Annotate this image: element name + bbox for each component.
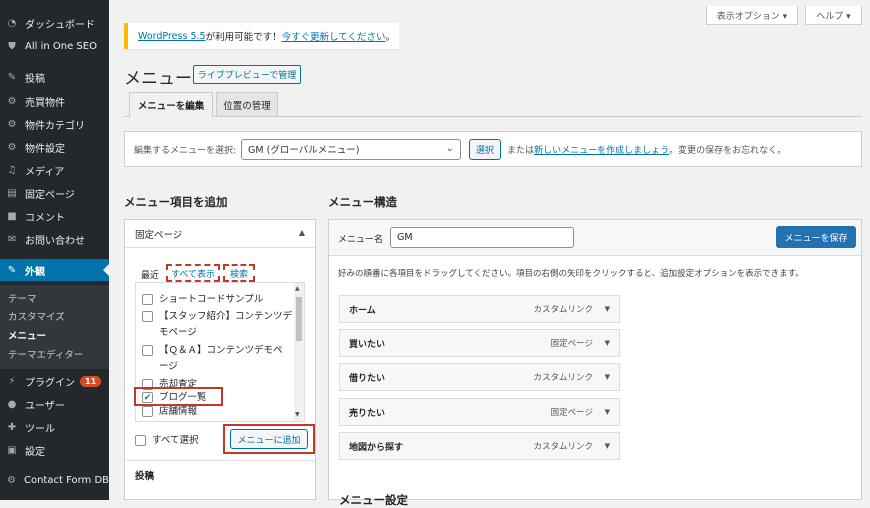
list-scrollbar[interactable]: ▲ ▼ [294,283,304,421]
gear-icon: ⚙ [7,95,17,107]
comment-icon: ■ [7,210,17,222]
sidebar-item-contact-form-db[interactable]: ⚙ Contact Form DB [0,470,109,490]
list-item[interactable]: 店舗情報 [142,404,292,420]
update-now-link[interactable]: 今すぐ更新してください [282,29,386,43]
menu-structure-heading: メニュー構造 [328,195,397,209]
tab-most-recent[interactable]: 最近 [139,266,161,282]
scroll-down-icon[interactable]: ▼ [295,411,300,418]
save-menu-button[interactable]: メニューを保存 [776,226,856,248]
media-icon: ♫ [7,164,17,176]
expand-arrow-icon[interactable]: ▼ [605,339,610,347]
menu-select-dropdown[interactable]: GM (グローバルメニュー) ⌄ [241,138,462,160]
collapse-arrow-icon: ▲ [298,228,305,237]
settings-icon: ▣ [7,444,17,456]
drag-instructions: 好みの順番に各項目をドラッグしてください。項目の右側の矢印をクリックすると、追加… [338,269,804,279]
scrollbar-thumb[interactable] [296,297,302,341]
tab-view-all[interactable]: すべて表示 [166,264,220,282]
wp-version-link[interactable]: WordPress 5.5 [138,31,206,42]
sidebar-item-comments[interactable]: ■ コメント [0,206,109,226]
sidebar-item-aioseo[interactable]: ⛊ All in One SEO [0,36,109,56]
checkbox[interactable] [142,345,153,356]
menu-item[interactable]: 売りたい 固定ページ ▼ [339,398,620,426]
select-menu-label: 編集するメニューを選択: [134,145,237,156]
menu-name-input[interactable]: GM [390,227,574,248]
sidebar-item-properties[interactable]: ⚙ 売買物件 [0,91,109,111]
sidebar-item-posts[interactable]: ✎ 投稿 [0,67,109,87]
expand-arrow-icon[interactable]: ▼ [605,442,610,450]
create-menu-link[interactable]: 新しいメニューを作成しましょう [534,143,669,156]
checkbox[interactable] [135,434,146,446]
sidebar-item-media[interactable]: ♫ メディア [0,160,109,180]
admin-sidebar: ◔ ダッシュボード ⛊ All in One SEO ✎ 投稿 ⚙ 売買物件 ⚙ 物件カテ… [0,0,109,500]
menu-header: メニュー名 GM メニューを保存 [329,220,861,256]
highlight-box [134,387,223,406]
sidebar-item-users[interactable]: ● ユーザー [0,394,109,414]
gear-icon: ⚙ [7,141,17,153]
add-to-menu-highlight: メニューに追加 [223,424,315,454]
scroll-up-icon[interactable]: ▲ [295,285,300,292]
select-button[interactable]: 選択 [469,138,502,160]
dashboard-icon: ◔ [7,17,17,29]
menu-item[interactable]: ホーム カスタムリンク ▼ [339,295,620,323]
add-menu-items-heading: メニュー項目を追加 [124,195,228,209]
submenu-menus[interactable]: メニュー [0,327,109,343]
checkbox[interactable] [142,406,153,417]
screen-options-button[interactable]: 表示オプション ▾ [706,6,798,25]
select-all[interactable]: すべて選択 [135,432,198,446]
submenu-customize[interactable]: カスタマイズ [0,308,109,324]
page-icon: ▤ [7,187,17,199]
menu-settings-heading: メニュー設定 [339,493,408,507]
help-button[interactable]: ヘルプ ▾ [805,6,862,25]
plugin-icon: ⚡ [8,375,16,387]
list-item[interactable]: ショートコードサンプル [142,292,292,308]
sidebar-item-property-settings[interactable]: ⚙ 物件設定 [0,137,109,157]
list-item[interactable]: 【Ｑ＆Ａ】コンテンツデモページ [142,343,292,375]
shield-icon: ⛊ [8,40,16,52]
add-to-menu-button[interactable]: メニューに追加 [230,429,308,449]
add-menu-items-panel: 固定ページ ▲ 最近 すべて表示 検索 ショートコードサンプル 【スタッフ紹介】コ… [124,219,316,500]
sidebar-item-property-category[interactable]: ⚙ 物件カテゴリ [0,114,109,134]
tab-edit-menus[interactable]: メニューを編集 [129,92,213,117]
menu-select-bar: 編集するメニューを選択: GM (グローバルメニュー) ⌄ 選択 または 新しいメ… [124,131,862,167]
pin-icon: ✎ [7,71,17,83]
gear-icon: ⚙ [7,118,17,130]
brush-icon: ✎ [7,264,17,276]
tab-divider [124,116,862,117]
accordion-posts-header[interactable]: 投稿 [125,460,315,488]
accordion-pages-header[interactable]: 固定ページ ▲ [125,220,315,248]
user-icon: ● [7,398,17,410]
submenu-themes[interactable]: テーマ [0,290,109,306]
live-preview-button[interactable]: ライブプレビューで管理 [193,65,301,84]
menu-item[interactable]: 地図から探す カスタムリンク ▼ [339,432,620,460]
wrench-icon: ✚ [7,421,17,433]
expand-arrow-icon[interactable]: ▼ [605,408,610,416]
tab-manage-locations[interactable]: 位置の管理 [216,92,278,116]
list-item[interactable]: 【スタッフ紹介】コンテンツデモページ [142,309,292,341]
checkbox[interactable] [142,311,153,322]
menu-item[interactable]: 買いたい 固定ページ ▼ [339,329,620,357]
menu-name-label: メニュー名 [338,235,384,245]
sidebar-item-dashboard[interactable]: ◔ ダッシュボード [0,13,109,33]
page-title: メニュー [124,69,192,89]
tab-search[interactable]: 検索 [223,264,255,282]
sidebar-item-plugins[interactable]: ⚡ プラグイン 11 [0,371,109,391]
expand-arrow-icon[interactable]: ▼ [605,305,610,313]
sidebar-item-tools[interactable]: ✚ ツール [0,417,109,437]
checkbox[interactable] [142,294,153,305]
sidebar-item-appearance[interactable]: ✎ 外観 [0,259,109,281]
submenu-theme-editor[interactable]: テーマエディター [0,346,109,362]
menu-structure-panel: メニュー名 GM メニューを保存 好みの順番に各項目をドラッグしてください。項目… [328,219,862,507]
mail-icon: ✉ [7,233,17,245]
menu-item[interactable]: 借りたい カスタムリンク ▼ [339,363,620,391]
chevron-down-icon: ⌄ [445,142,455,154]
sidebar-item-pages[interactable]: ▤ 固定ページ [0,183,109,203]
gear-icon: ⚙ [7,474,16,486]
sidebar-item-contact[interactable]: ✉ お問い合わせ [0,229,109,249]
expand-arrow-icon[interactable]: ▼ [605,373,610,381]
update-notice: WordPress 5.5 が利用可能です！ 今すぐ更新してください。 [124,23,399,49]
update-count-badge: 11 [80,375,102,387]
sidebar-item-settings[interactable]: ▣ 設定 [0,440,109,460]
